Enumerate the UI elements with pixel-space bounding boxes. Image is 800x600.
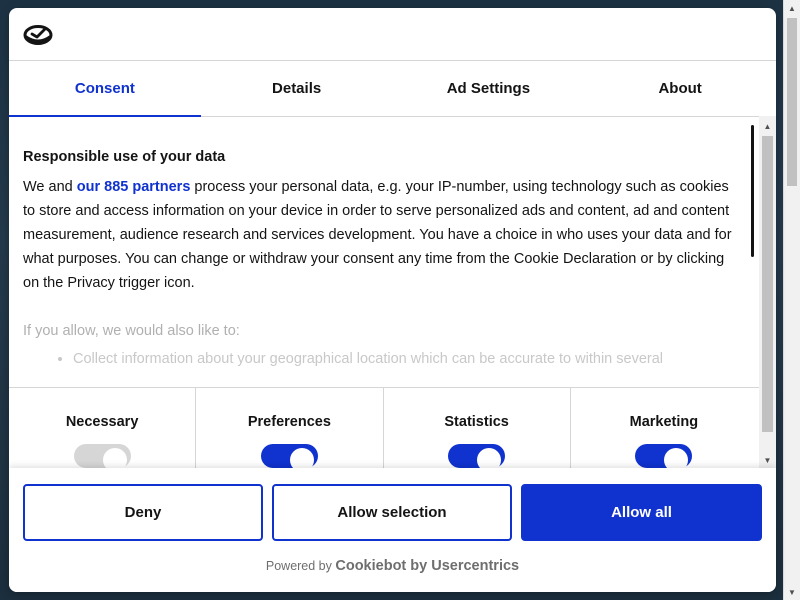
scroll-up-arrow-icon[interactable]: ▲ <box>759 118 776 134</box>
intro-suffix: process your personal data, e.g. your IP… <box>23 179 732 291</box>
allow-selection-button[interactable]: Allow selection <box>272 484 512 541</box>
content-heading: Responsible use of your data <box>23 149 226 165</box>
tab-ad-settings[interactable]: Ad Settings <box>393 61 585 116</box>
partners-link[interactable]: our 885 partners <box>77 179 191 195</box>
allow-all-button[interactable]: Allow all <box>521 484 762 541</box>
toggle-preferences-label: Preferences <box>247 414 331 430</box>
allow-intro: If you allow, we would also like to: <box>23 323 240 339</box>
page-scrollbar-thumb[interactable] <box>787 18 797 186</box>
powered-by: Powered by Cookiebot by Usercentrics <box>9 558 776 574</box>
toggle-statistics-column: Statistics <box>384 388 571 468</box>
tab-about[interactable]: About <box>584 61 776 116</box>
scroll-up-arrow-icon[interactable]: ▲ <box>784 0 800 16</box>
toggle-preferences-column: Preferences <box>196 388 384 468</box>
dialog-scrollbar[interactable]: ▲ ▼ <box>759 116 776 468</box>
toggle-statistics-label: Statistics <box>444 414 509 430</box>
tab-consent[interactable]: Consent <box>9 61 201 117</box>
switch-knob <box>664 448 689 468</box>
toggle-preferences-switch[interactable] <box>260 444 318 468</box>
tab-bar: Consent Details Ad Settings About <box>9 61 776 117</box>
dialog-scrollbar-thumb[interactable] <box>762 136 773 432</box>
consent-content-panel: Responsible use of your data We and our … <box>9 117 776 388</box>
intro-prefix: We and <box>23 179 77 195</box>
consent-toggles-section: Necessary Preferences Statistics Marketi… <box>9 388 776 468</box>
list-item: Collect information about your geographi… <box>73 347 738 371</box>
toggle-necessary-switch <box>73 444 131 468</box>
consent-content: Responsible use of your data We and our … <box>23 149 738 387</box>
deny-button[interactable]: Deny <box>23 484 263 541</box>
content-scroll-indicator[interactable] <box>751 125 754 257</box>
powered-by-brand-link[interactable]: Cookiebot by Usercentrics <box>335 558 519 574</box>
switch-knob <box>477 448 502 468</box>
tab-details[interactable]: Details <box>201 61 393 116</box>
cookiebot-logo-icon <box>23 25 53 45</box>
dialog-footer: Deny Allow selection Allow all Powered b… <box>9 468 776 592</box>
toggle-statistics-switch[interactable] <box>448 444 506 468</box>
toggle-marketing-switch[interactable] <box>635 444 693 468</box>
content-intro: We and our 885 partners process your per… <box>23 175 738 295</box>
page-scrollbar[interactable]: ▲ ▼ <box>783 0 800 600</box>
powered-by-label: Powered by <box>265 559 332 573</box>
toggle-necessary-column: Necessary <box>9 388 197 468</box>
toggle-marketing-column: Marketing <box>571 388 757 468</box>
dialog-header <box>9 8 776 61</box>
toggle-necessary-label: Necessary <box>65 414 139 430</box>
scroll-down-arrow-icon[interactable]: ▼ <box>759 452 776 468</box>
switch-knob <box>289 448 314 468</box>
allow-list: Collect information about your geographi… <box>23 347 738 371</box>
scroll-down-arrow-icon[interactable]: ▼ <box>784 584 800 600</box>
switch-knob <box>102 448 127 468</box>
action-buttons: Deny Allow selection Allow all <box>23 484 762 541</box>
toggle-marketing-label: Marketing <box>629 414 699 430</box>
cookie-consent-dialog: Consent Details Ad Settings About Respon… <box>9 8 776 592</box>
